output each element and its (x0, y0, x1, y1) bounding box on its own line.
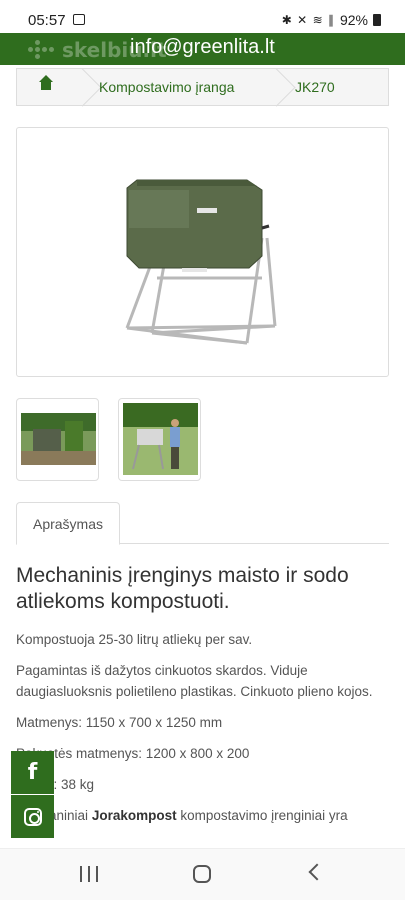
product-headline: Mechaninis įrenginys maisto ir sodo atli… (16, 564, 349, 613)
breadcrumb-separator (269, 69, 283, 105)
description-paragraph: Pakuotės matmenys: 1200 x 800 x 200 (16, 746, 250, 761)
logo-dots-icon (28, 40, 56, 60)
facebook-icon: f (27, 760, 38, 785)
description-text: kompostavimo įrenginiai yra (180, 808, 348, 823)
home-button-icon[interactable] (193, 865, 211, 883)
description-paragraph: Mechaniniai Jorakompost kompostavimo įre… (16, 805, 386, 826)
main-product-image[interactable] (16, 127, 389, 377)
description-paragraph: Pagamintas iš dažytos cinkuotos skardos.… (16, 663, 373, 699)
breadcrumb-category[interactable]: Kompostavimo įranga (89, 69, 269, 105)
product-thumbnail[interactable] (118, 398, 201, 481)
top-bar: skelbiu.lt info@greenlita.lt (0, 33, 405, 65)
gallery-icon (73, 14, 85, 25)
thumbnail-person-image (123, 403, 198, 475)
status-indicators: ✱ ✕ ≋ ∥ 92% (282, 12, 381, 28)
description-paragraph: Svoris: 38 kg (16, 777, 95, 792)
instagram-button[interactable] (11, 795, 54, 838)
back-icon[interactable] (308, 863, 326, 881)
system-nav-bar (0, 848, 405, 900)
battery-level: 92% (339, 12, 368, 28)
status-time: 05:57 (28, 12, 66, 29)
breadcrumb-separator (75, 69, 89, 105)
product-thumbnail[interactable] (16, 398, 99, 481)
description-content: Mechaninis įrenginys maisto ir sodo atli… (16, 563, 386, 836)
recent-apps-icon[interactable] (80, 866, 98, 882)
thumbnail-garden-image (21, 413, 96, 465)
battery-icon (373, 14, 381, 26)
contact-email-link[interactable]: info@greenlita.lt (130, 36, 275, 59)
description-paragraph: Kompostuoja 25-30 litrų atliekų per sav. (16, 632, 253, 647)
instagram-icon (23, 807, 42, 826)
facebook-button[interactable]: f (11, 751, 54, 794)
description-paragraph: Matmenys: 1150 x 700 x 1250 mm (16, 715, 223, 730)
compost-tumbler-image (125, 179, 277, 345)
home-icon (39, 75, 53, 93)
tab-description[interactable]: Aprašymas (16, 502, 120, 545)
status-bar: 05:57 ✱ ✕ ≋ ∥ 92% (0, 0, 405, 36)
brand-name: Jorakompost (91, 808, 177, 823)
breadcrumb-current[interactable]: JK270 (283, 69, 335, 105)
tab-bar: Aprašymas (16, 502, 389, 545)
status-icons: ✱ ✕ ≋ ∥ (281, 13, 335, 27)
breadcrumb: Kompostavimo įranga JK270 (16, 68, 389, 106)
